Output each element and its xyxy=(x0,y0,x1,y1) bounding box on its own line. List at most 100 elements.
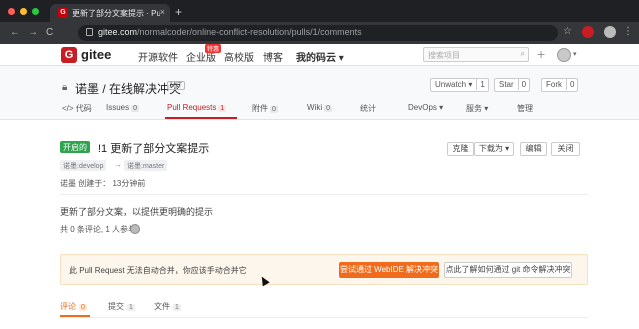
tab-comments-count: 0 xyxy=(79,304,87,311)
pr-title: !1 更新了部分文案提示 xyxy=(98,143,210,155)
tab-issues-count: 0 xyxy=(131,105,140,112)
tab-admin-label: 管理 xyxy=(517,104,533,113)
watch-count: 1 xyxy=(476,79,487,90)
arrow-right-icon: → xyxy=(114,160,122,169)
tab-commits-label: 提交 xyxy=(108,302,124,311)
tab-pull-requests-label: Pull Requests xyxy=(167,103,217,112)
active-tab-indicator xyxy=(165,117,237,119)
pr-tabs: 评论 0 提交 1 文件 1 xyxy=(0,298,639,318)
tab-attachments[interactable]: 附件 0 xyxy=(252,103,278,114)
tab-admin[interactable]: 管理 xyxy=(517,103,533,114)
profile-avatar-icon[interactable] xyxy=(604,26,616,38)
star-count: 0 xyxy=(517,79,529,90)
tab-files[interactable]: 文件 1 xyxy=(154,301,181,312)
conflict-message: 此 Pull Request 无法自动合并，你应该手动合并它 xyxy=(69,266,247,275)
repo-tabs: </> 代码 Issues 0 Pull Requests 1 附件 0 Wiki 0 … xyxy=(0,99,639,120)
download-button[interactable]: 下载为 ▾ xyxy=(474,142,514,156)
license-badge[interactable]: MIT xyxy=(167,81,186,90)
close-tab-icon[interactable]: × xyxy=(160,7,165,17)
fork-label: Fork xyxy=(546,80,562,89)
fork-button[interactable]: Fork 0 xyxy=(541,78,579,92)
browser-tab-bar: G 更新了部分文案提示 · Pull Reque × + xyxy=(0,0,639,22)
pr-status-badge: 开启的 xyxy=(60,141,90,153)
maximize-window-button[interactable] xyxy=(32,8,39,15)
search-icon[interactable]: ⌕ xyxy=(521,49,525,59)
tab-code[interactable]: </> 代码 xyxy=(62,103,92,114)
site-logo-text[interactable]: gitee xyxy=(81,47,111,62)
divider xyxy=(60,194,588,195)
tab-devops[interactable]: DevOps ▾ xyxy=(408,103,443,112)
fork-count: 0 xyxy=(566,79,577,90)
browser-menu-icon[interactable]: ⋮ xyxy=(623,26,633,37)
merge-conflict-banner: 此 Pull Request 无法自动合并，你应该手动合并它 尝试通过 WebI… xyxy=(60,254,588,285)
tab-files-count: 1 xyxy=(173,304,181,311)
nav-blog[interactable]: 博客 xyxy=(263,49,283,64)
site-header: G gitee 开源软件 企业版 特惠 高校版 博客 我的码云 ▾ 搜索项目 ⌕… xyxy=(0,44,639,66)
lock-icon xyxy=(86,28,93,36)
tab-devops-label: DevOps ▾ xyxy=(408,103,444,112)
back-icon[interactable]: ← xyxy=(10,27,20,38)
nav-open-source[interactable]: 开源软件 xyxy=(138,49,178,64)
edit-button[interactable]: 编辑 xyxy=(520,142,547,156)
tab-wiki-count: 0 xyxy=(324,105,333,112)
chevron-down-icon[interactable]: ▾ xyxy=(573,50,577,58)
tab-commits-count: 1 xyxy=(127,304,135,311)
tab-wiki[interactable]: Wiki 0 xyxy=(307,103,333,112)
new-tab-button[interactable]: + xyxy=(175,5,182,19)
user-avatar[interactable] xyxy=(557,48,571,62)
browser-tab-title: 更新了部分文案提示 · Pull Reque xyxy=(72,9,160,18)
tab-pull-requests-count: 1 xyxy=(218,105,227,112)
tab-commits[interactable]: 提交 1 xyxy=(108,301,135,312)
repo-title[interactable]: 诺墨 / 在线解决冲突 xyxy=(75,80,181,97)
watch-label: Unwatch ▾ xyxy=(435,80,473,89)
search-placeholder: 搜索项目 xyxy=(428,51,460,60)
url-text: gitee.com/normalcoder/online-conflict-re… xyxy=(98,27,362,37)
pr-description: 更新了部分文案，以提供更明确的提示 xyxy=(60,207,214,217)
reload-icon[interactable]: C xyxy=(46,27,53,38)
tab-comments[interactable]: 评论 0 xyxy=(60,301,87,312)
tab-code-label: </> 代码 xyxy=(62,104,92,113)
tab-attachments-label: 附件 xyxy=(252,104,268,113)
bookmark-star-icon[interactable]: ☆ xyxy=(563,26,572,37)
tab-issues[interactable]: Issues 0 xyxy=(106,103,140,112)
nav-education[interactable]: 高校版 xyxy=(224,49,254,64)
minimize-window-button[interactable] xyxy=(20,8,27,15)
comment-summary: 共 0 条评论, 1 人参与 xyxy=(60,225,137,234)
target-branch[interactable]: 诺墨:master xyxy=(124,160,168,171)
repo-lock-icon: 🔒︎ xyxy=(62,82,68,93)
create-new-button[interactable]: + xyxy=(537,46,545,62)
address-bar[interactable]: gitee.com/normalcoder/online-conflict-re… xyxy=(78,25,558,41)
tab-attachments-count: 0 xyxy=(270,106,278,113)
source-branch[interactable]: 诺墨:develop xyxy=(60,160,107,171)
participant-avatar[interactable] xyxy=(130,224,140,234)
git-help-button[interactable]: 点此了解如何通过 git 命令解决冲突 xyxy=(444,262,572,278)
extension-icon[interactable] xyxy=(582,26,594,38)
pr-tabs-divider xyxy=(60,317,588,318)
close-pr-button[interactable]: 关闭 xyxy=(551,142,580,156)
close-window-button[interactable] xyxy=(8,8,15,15)
tab-pull-requests[interactable]: Pull Requests 1 xyxy=(167,103,227,112)
browser-toolbar: ← → C gitee.com/normalcoder/online-confl… xyxy=(0,22,639,44)
browser-tab[interactable]: G 更新了部分文案提示 · Pull Reque × xyxy=(50,4,170,22)
clone-button[interactable]: 克隆 xyxy=(447,142,474,156)
gitee-logo-icon[interactable]: G xyxy=(61,47,77,63)
browser-window: G 更新了部分文案提示 · Pull Reque × + ← → C gitee… xyxy=(0,0,639,329)
resolve-in-webide-button[interactable]: 尝试通过 WebIDE 解决冲突 xyxy=(339,262,439,278)
tab-files-label: 文件 xyxy=(154,302,170,311)
star-button[interactable]: Star 0 xyxy=(494,78,531,92)
tab-issues-label: Issues xyxy=(106,103,130,112)
search-input[interactable]: 搜索项目 ⌕ xyxy=(423,47,529,62)
url-host: gitee.com xyxy=(98,27,138,37)
url-path: /normalcoder/online-conflict-resolution/… xyxy=(137,27,362,37)
tab-services[interactable]: 服务 ▾ xyxy=(466,103,488,114)
pr-meta: 诺墨 创建于： 13分钟前 xyxy=(60,179,146,188)
nav-my-gitee[interactable]: 我的码云 ▾ xyxy=(296,49,344,64)
watch-button[interactable]: Unwatch ▾ 1 xyxy=(430,78,489,92)
tab-services-label: 服务 ▾ xyxy=(466,104,489,113)
star-label: Star xyxy=(499,80,514,89)
tab-stats[interactable]: 统计 xyxy=(360,103,376,114)
gitee-favicon-icon: G xyxy=(58,8,68,18)
promo-badge: 特惠 xyxy=(205,44,222,53)
forward-icon[interactable]: → xyxy=(28,27,38,38)
tab-wiki-label: Wiki xyxy=(307,103,323,112)
